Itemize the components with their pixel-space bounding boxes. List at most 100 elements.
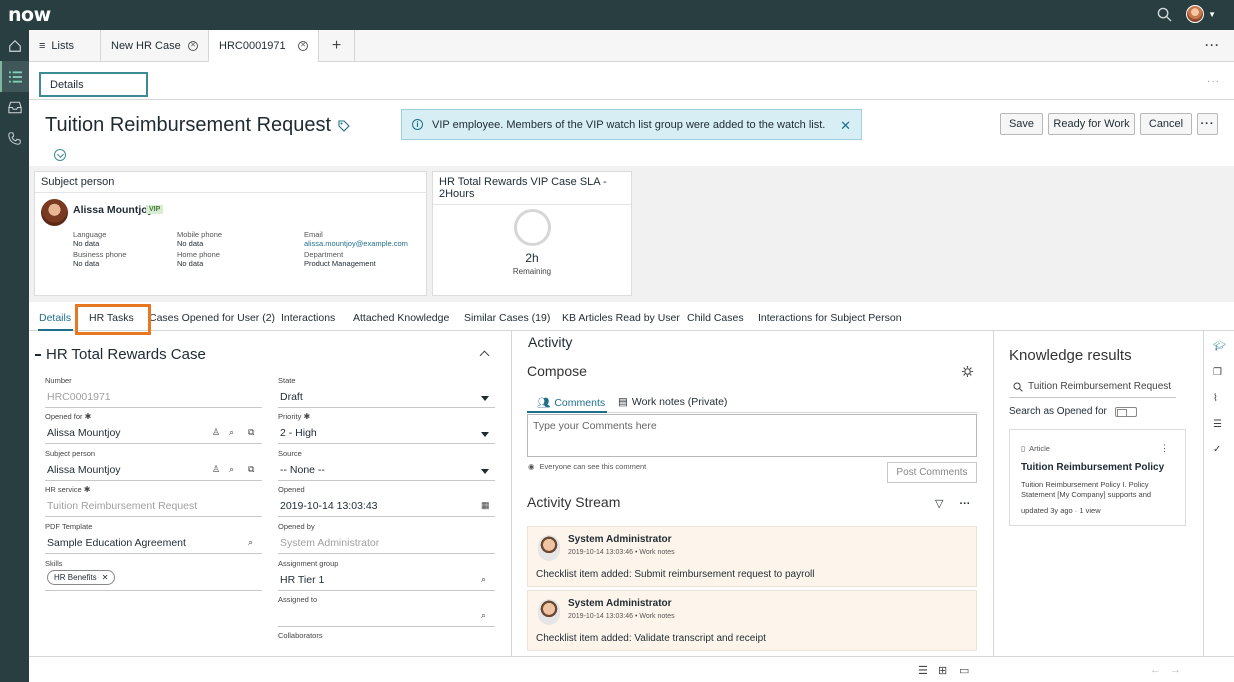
tag-icon[interactable] [338, 120, 350, 132]
dropdown-arrow-icon[interactable] [481, 469, 489, 474]
knowledge-title: Knowledge results [1009, 347, 1132, 364]
lists-nav[interactable] [0, 61, 29, 92]
graduation-cap-icon[interactable]: 🎓︎ [1213, 341, 1226, 352]
required-icon: ✱ [83, 485, 91, 494]
search-icon[interactable]: ⌕ [248, 537, 253, 548]
tab-attached-knowledge[interactable]: Attached Knowledge [353, 312, 449, 324]
person-name[interactable]: Alissa Mountjoy [73, 204, 154, 216]
tab-child-cases[interactable]: Child Cases [687, 312, 744, 324]
opened-by-input[interactable]: System Administrator [280, 537, 379, 549]
compact-view-icon[interactable]: ☰ [918, 664, 928, 677]
assignment-group-field: Assignment group HR Tier 1 ⌕ [278, 559, 495, 591]
dropdown-arrow-icon[interactable] [481, 432, 489, 437]
tab-details[interactable]: Details [39, 312, 71, 324]
tab-similar-cases[interactable]: Similar Cases (19) [464, 312, 550, 324]
article-title[interactable]: Tuition Reimbursement Policy [1021, 462, 1164, 473]
collapse-icon[interactable] [35, 354, 41, 356]
post-comments-button[interactable]: Post Comments [887, 462, 977, 483]
phone-nav[interactable] [0, 123, 29, 154]
inbox-nav[interactable] [0, 92, 29, 123]
knowledge-search-input[interactable]: Tuition Reimbursement Request [1009, 376, 1176, 398]
save-button[interactable]: Save [1000, 113, 1043, 135]
vip-banner: i VIP employee. Members of the VIP watch… [401, 109, 862, 140]
new-tab-button[interactable]: + [319, 30, 355, 62]
tab-work-notes[interactable]: ▤ Work notes (Private) [618, 396, 727, 408]
arrow-right-icon[interactable]: → [1170, 664, 1181, 676]
opened-by-field: Opened by System Administrator [278, 522, 495, 554]
settings-icon[interactable] [962, 366, 973, 377]
tab-lists[interactable]: ≡ Lists [29, 30, 101, 62]
close-icon[interactable]: ✕ [840, 118, 851, 134]
collaborators-field: Collaborators [278, 631, 323, 640]
priority-select[interactable]: 2 - High [280, 427, 317, 439]
cancel-button[interactable]: Cancel [1140, 113, 1192, 135]
list-check-icon[interactable]: ☰ [1213, 419, 1222, 430]
close-tab-icon[interactable]: ✕ [298, 41, 308, 51]
tab-interactions-subject[interactable]: Interactions for Subject Person [758, 312, 902, 324]
tab-interactions[interactable]: Interactions [281, 312, 335, 324]
ready-for-work-button[interactable]: Ready for Work [1048, 113, 1135, 135]
more-icon[interactable]: ··· [959, 498, 970, 510]
tab-cases-opened-for-user[interactable]: Cases Opened for User (2) [149, 312, 275, 324]
tab-kb-articles-read[interactable]: KB Articles Read by User [562, 312, 680, 324]
arrow-left-icon[interactable]: ← [1150, 664, 1161, 676]
assignment-group-input[interactable]: HR Tier 1 [280, 574, 324, 586]
skill-chip[interactable]: HR Benefits ✕ [47, 570, 116, 585]
calendar-icon[interactable]: ▦ [481, 500, 490, 511]
person-icon[interactable]: ♙ [212, 464, 220, 475]
split-view-icon[interactable]: ⊞ [938, 664, 947, 677]
now-logo[interactable]: now [8, 4, 51, 26]
home-nav[interactable] [0, 30, 29, 61]
state-select[interactable]: Draft [280, 391, 303, 403]
sla-progress-ring [514, 209, 551, 246]
more-icon[interactable]: ··· [1207, 76, 1220, 87]
search-icon[interactable]: ⌕ [481, 610, 486, 621]
copy-icon[interactable]: ❐ [1213, 367, 1222, 378]
search-icon[interactable] [1157, 7, 1172, 22]
kebab-icon[interactable]: ⋮ [1160, 443, 1169, 454]
more-icon[interactable]: ··· [1205, 38, 1220, 52]
opened-for-input[interactable]: Alissa Mountjoy [47, 427, 121, 439]
checkmark-icon[interactable]: ✓ [1213, 444, 1221, 455]
more-actions-button[interactable]: ··· [1197, 113, 1218, 135]
activity-entry: System Administrator 2019-10-14 13:03:46… [527, 526, 977, 587]
paperclip-icon[interactable]: ⌇ [1213, 393, 1218, 404]
opened-input[interactable]: 2019-10-14 13:03:43 [280, 500, 378, 512]
chevron-up-icon[interactable] [479, 350, 490, 361]
entry-author[interactable]: System Administrator [568, 598, 672, 609]
search-icon[interactable]: ⌕ [481, 574, 486, 585]
remove-chip-icon[interactable]: ✕ [102, 573, 109, 582]
details-subtab[interactable]: Details [39, 72, 148, 97]
number-input[interactable]: HRC0001971 [47, 391, 111, 403]
tab-new-hr-case[interactable]: New HR Case ✕ [101, 30, 209, 62]
article-snippet: Tuition Reimbursement Policy I. Policy S… [1021, 480, 1152, 499]
source-select[interactable]: -- None -- [280, 464, 325, 476]
chevron-down-icon[interactable]: ▼ [1208, 10, 1216, 19]
user-avatar[interactable] [1186, 5, 1205, 23]
search-icon[interactable]: ⌕ [229, 427, 234, 438]
filter-icon[interactable]: ▽ [935, 497, 943, 510]
record-subnav: Details ··· [29, 62, 1234, 100]
inbox-icon [7, 101, 22, 114]
expand-icon[interactable] [54, 149, 66, 161]
email-link[interactable]: alissa.mountjoy@example.com [304, 239, 408, 248]
subject-person-input[interactable]: Alissa Mountjoy [47, 464, 121, 476]
pdf-template-input[interactable]: Sample Education Agreement [47, 537, 186, 549]
close-tab-icon[interactable]: ✕ [188, 41, 198, 51]
full-view-icon[interactable]: ▭ [959, 664, 969, 677]
entry-author[interactable]: System Administrator [568, 534, 672, 545]
search-as-toggle[interactable] [1114, 406, 1137, 417]
tab-comments[interactable]: 👥︎ Comments [537, 396, 605, 410]
opened-for-field: Opened for ✱ Alissa Mountjoy ♙ ⌕ ⧉ [45, 412, 262, 444]
hr-service-input[interactable]: Tuition Reimbursement Request [47, 500, 197, 512]
dropdown-arrow-icon[interactable] [481, 396, 489, 401]
comment-textarea[interactable]: Type your Comments here [527, 414, 977, 457]
open-record-icon[interactable]: ⧉ [248, 427, 254, 438]
person-icon[interactable]: ♙ [212, 427, 220, 438]
tab-hrc0001971[interactable]: HRC0001971 ✕ [209, 30, 319, 62]
article-meta: updated 3y ago · 1 view [1021, 506, 1101, 515]
knowledge-card[interactable]: ▯ Article ⋮ Tuition Reimbursement Policy… [1009, 429, 1186, 526]
avatar [538, 599, 560, 625]
open-record-icon[interactable]: ⧉ [248, 464, 254, 475]
search-icon[interactable]: ⌕ [229, 464, 234, 475]
